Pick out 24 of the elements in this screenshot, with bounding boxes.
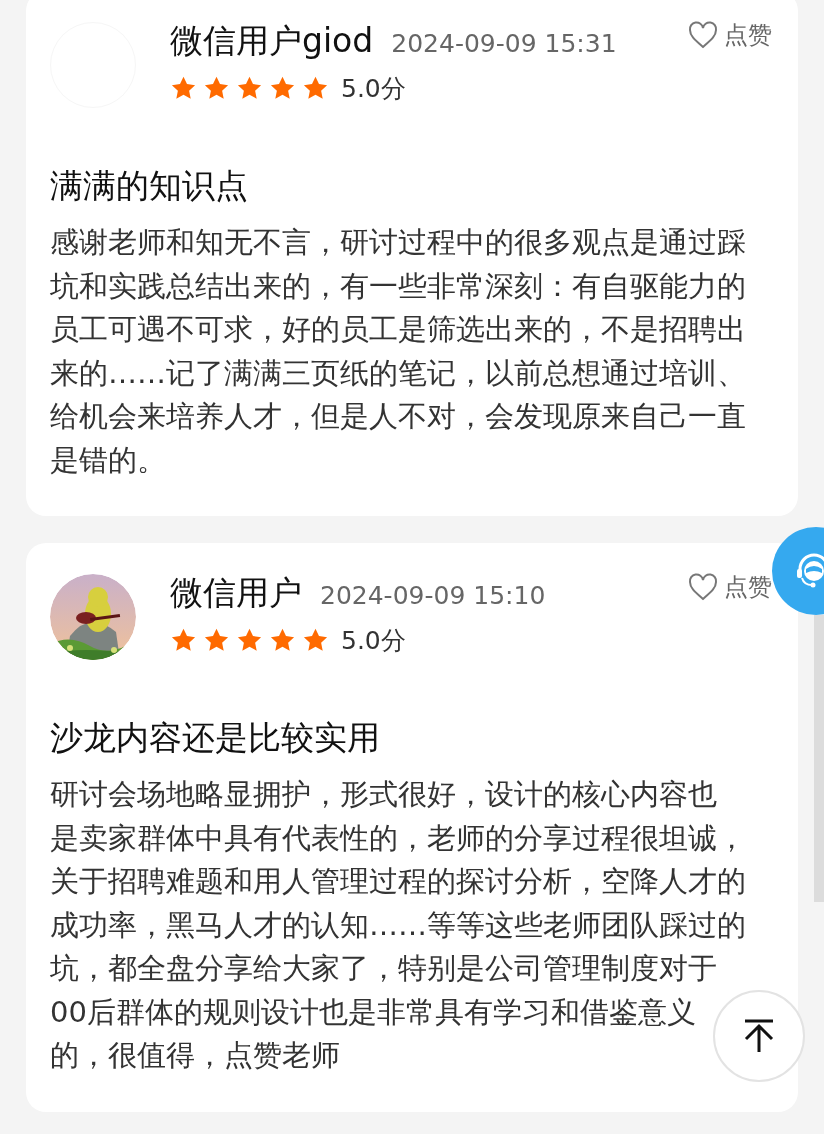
review-text: 感谢老师和知无不言，研讨过程中的很多观点是通过踩 坑和实践总结出来的，有一些非常深刻：有自驱能力的 员工可遇不可求，好的员工是筛选出来的，不是招聘出 来的……记了满满三页纸的笔记，以前总想通过培训、 给机会来培养人才，但是人不对，会发现原来自己一直 是错的。: [50, 224, 746, 479]
star-icon: [203, 74, 230, 102]
star-icon: [236, 74, 263, 102]
like-button[interactable]: 点赞: [688, 571, 772, 603]
star-icon: [170, 74, 197, 102]
star-icon: [203, 626, 230, 654]
user-name: 微信用户: [170, 572, 302, 614]
like-button[interactable]: 点赞: [688, 19, 772, 51]
review-title: 沙龙内容还是比较实用: [50, 717, 381, 759]
star-icon: [269, 626, 296, 654]
star-icon: [302, 74, 329, 102]
rating-score: 5.0分: [341, 624, 406, 657]
review-text: 研讨会场地略显拥护，形式很好，设计的核心内容也 是卖家群体中具有代表性的，老师的分享过程很坦诚， 关于招聘难题和用人管理过程的探讨分析，空降人才的 成功率，黑马人才的认知……等等这些老师团队踩过的 坑，都全盘分享给大家了，特别是公司管理制度对于 00后群体的规则设计也是非常具有学习和借鉴意义 的，很值得，点赞老师: [50, 776, 746, 1074]
review-time: 2024-09-09 15:31: [391, 29, 617, 58]
star-icon: [269, 74, 296, 102]
arrow-up-icon: [743, 1018, 775, 1054]
user-name: 微信用户giod: [170, 20, 374, 62]
star-icon: [302, 626, 329, 654]
star-icon: [170, 626, 197, 654]
star-icon: [236, 626, 263, 654]
review-title: 满满的知识点: [50, 165, 249, 207]
review-time: 2024-09-09 15:10: [320, 581, 546, 610]
scrollbar[interactable]: [814, 615, 824, 902]
rating-score: 5.0分: [341, 72, 406, 105]
